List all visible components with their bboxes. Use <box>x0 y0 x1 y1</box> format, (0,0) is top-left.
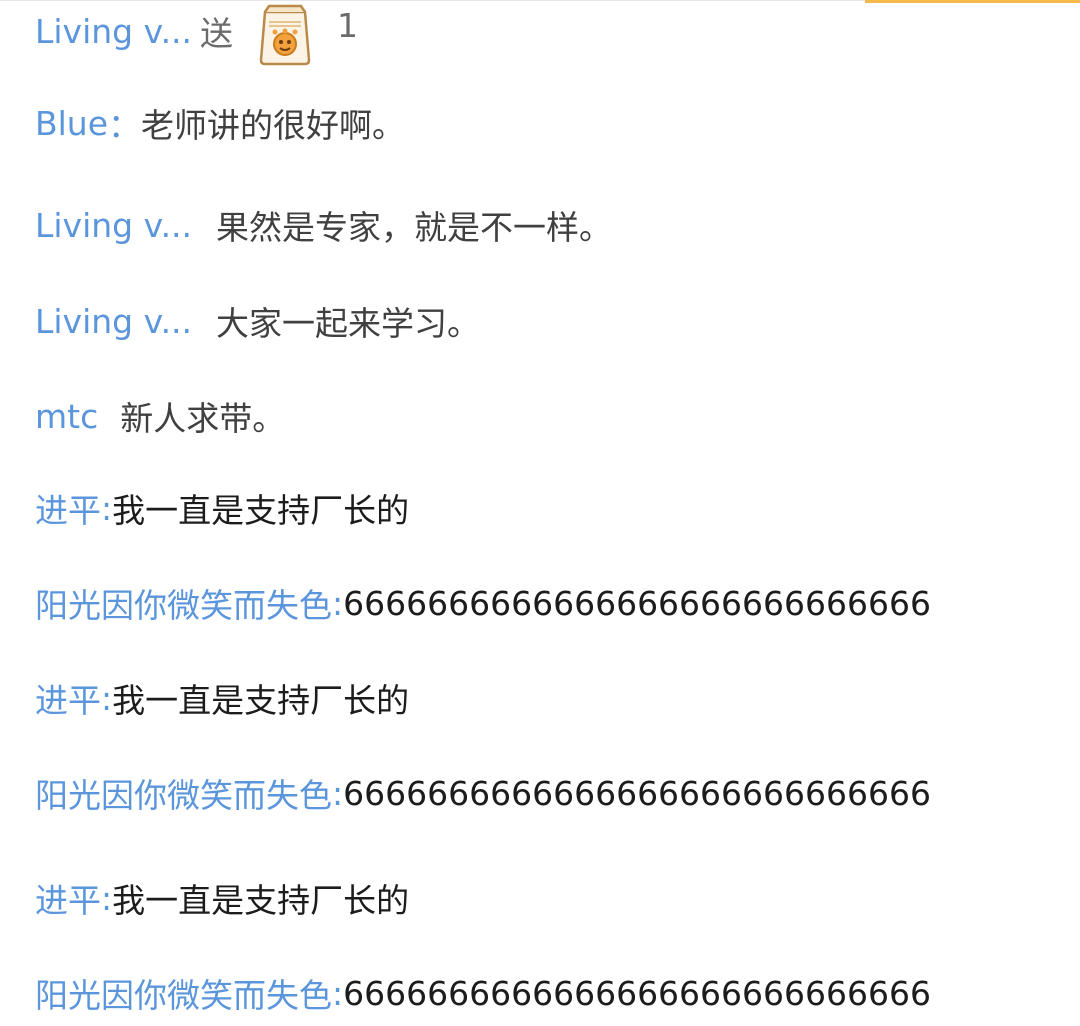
chat-message: 进平 : 我一直是支持厂长的 <box>35 485 409 531</box>
chat-separator: : <box>332 773 344 813</box>
snack-bag-icon <box>255 4 315 66</box>
chat-separator: : <box>101 878 113 918</box>
chat-message: 阳光因你微笑而失色 : 6666666666666666666666666666 <box>35 770 931 816</box>
chat-text: 果然是专家，就是不一样。 <box>216 208 613 247</box>
chat-message: Living v... 大家一起来学习。 <box>35 298 480 344</box>
chat-message: 阳光因你微笑而失色 : 6666666666666666666666666666 <box>35 970 931 1016</box>
chat-text: 我一直是支持厂长的 <box>112 681 410 720</box>
chat-text: 大家一起来学习。 <box>216 304 481 343</box>
chat-username[interactable]: mtc <box>35 397 98 436</box>
chat-username[interactable]: Living v... <box>35 206 192 245</box>
chat-username[interactable]: 阳光因你微笑而失色 <box>35 769 332 817</box>
chat-username[interactable]: 进平 <box>35 874 101 922</box>
chat-text: 我一直是支持厂长的 <box>112 491 410 530</box>
chat-message: mtc 新人求带。 <box>35 393 285 439</box>
chat-text: 新人求带。 <box>120 399 286 438</box>
chat-separator: : <box>101 678 113 718</box>
chat-text: 6666666666666666666666666666 <box>343 583 932 623</box>
chat-text: 我一直是支持厂长的 <box>112 881 410 920</box>
gift-message-row: Living v... 送 1 <box>35 4 359 66</box>
chat-text: 老师讲的很好啊。 <box>141 106 406 145</box>
chat-username[interactable]: Living v... <box>35 302 192 341</box>
chat-separator: ： <box>108 106 142 145</box>
chat-message: 阳光因你微笑而失色 : 6666666666666666666666666666 <box>35 580 931 626</box>
chat-message: 进平 : 我一直是支持厂长的 <box>35 875 409 921</box>
chat-username[interactable]: 进平 <box>35 674 101 722</box>
gift-count: 1 <box>337 5 359 45</box>
chat-username[interactable]: 进平 <box>35 484 101 532</box>
chat-username[interactable]: 阳光因你微笑而失色 <box>35 969 332 1017</box>
chat-message: 进平 : 我一直是支持厂长的 <box>35 675 409 721</box>
chat-message: Blue ： 老师讲的很好啊。 <box>35 100 405 146</box>
chat-separator: : <box>101 488 113 528</box>
chat-text: 6666666666666666666666666666 <box>343 773 932 813</box>
chat-message: Living v... 果然是专家，就是不一样。 <box>35 202 612 248</box>
chat-separator: : <box>332 583 344 623</box>
gift-verb: 送 <box>200 14 234 53</box>
chat-separator: : <box>332 973 344 1013</box>
chat-username[interactable]: Blue <box>35 104 108 143</box>
chat-username[interactable]: Living v... <box>35 12 192 51</box>
chat-username[interactable]: 阳光因你微笑而失色 <box>35 579 332 627</box>
chat-text: 6666666666666666666666666666 <box>343 973 932 1013</box>
top-accent-bar <box>865 0 1080 3</box>
